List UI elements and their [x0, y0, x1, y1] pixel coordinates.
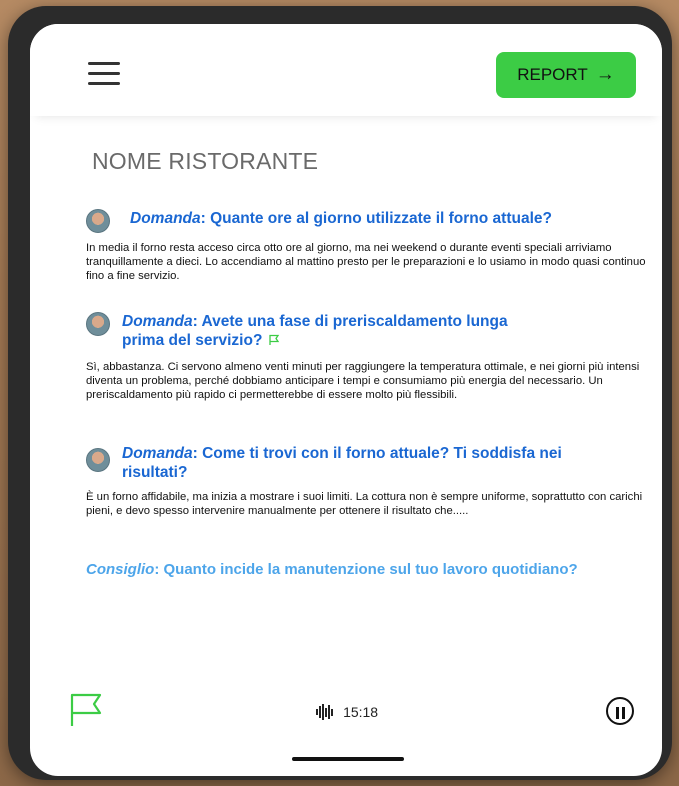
report-label: REPORT: [517, 65, 588, 84]
arrow-right-icon: →: [595, 64, 615, 85]
timer-text: 15:18: [343, 704, 379, 720]
qa-item: Domanda: Come ti trovi con il forno attu…: [86, 444, 646, 518]
qa-item: Domanda: Avete una fase di preriscaldame…: [86, 312, 646, 402]
recording-timer: 15:18: [316, 704, 378, 720]
question-label: Domanda: [130, 210, 201, 227]
answer-text: È un forno affidabile, ma inizia a mostr…: [86, 491, 643, 517]
app-screen: REPORT → NOME RISTORANTE Domanda: Quante…: [30, 24, 662, 776]
pause-icon: [616, 707, 619, 719]
qa-item: Domanda: Quante ore al giorno utilizzate…: [86, 209, 646, 283]
hint: Consiglio: Quanto incide la manutenzione…: [86, 561, 578, 578]
tablet-frame: REPORT → NOME RISTORANTE Domanda: Quante…: [8, 6, 672, 780]
avatar: [86, 312, 110, 336]
question-label: Domanda: [122, 313, 193, 330]
page-title: NOME RISTORANTE: [92, 148, 319, 174]
top-bar: REPORT →: [30, 24, 662, 116]
pause-button[interactable]: [606, 697, 634, 725]
hint-text: : Quanto incide la manutenzione sul tuo …: [154, 561, 578, 578]
avatar: [86, 209, 110, 233]
hint-label: Consiglio: [86, 561, 155, 578]
question-text: : Quante ore al giorno utilizzate il for…: [200, 210, 552, 227]
question: Domanda: Come ti trovi con il forno attu…: [122, 444, 602, 482]
home-indicator[interactable]: [292, 757, 404, 761]
flag-icon[interactable]: [68, 692, 104, 728]
audio-wave-icon: [316, 704, 334, 720]
question: Domanda: Quante ore al giorno utilizzate…: [130, 209, 552, 228]
avatar: [86, 448, 110, 472]
flag-icon[interactable]: [268, 334, 280, 346]
answer-text: Sì, abbastanza. Ci servono almeno venti …: [86, 361, 640, 401]
question-label: Domanda: [122, 445, 193, 462]
answer-text: In media il forno resta acceso circa ott…: [86, 242, 646, 282]
question: Domanda: Avete una fase di preriscaldame…: [122, 312, 552, 350]
hamburger-icon[interactable]: [88, 62, 120, 86]
report-button[interactable]: REPORT →: [496, 52, 636, 98]
